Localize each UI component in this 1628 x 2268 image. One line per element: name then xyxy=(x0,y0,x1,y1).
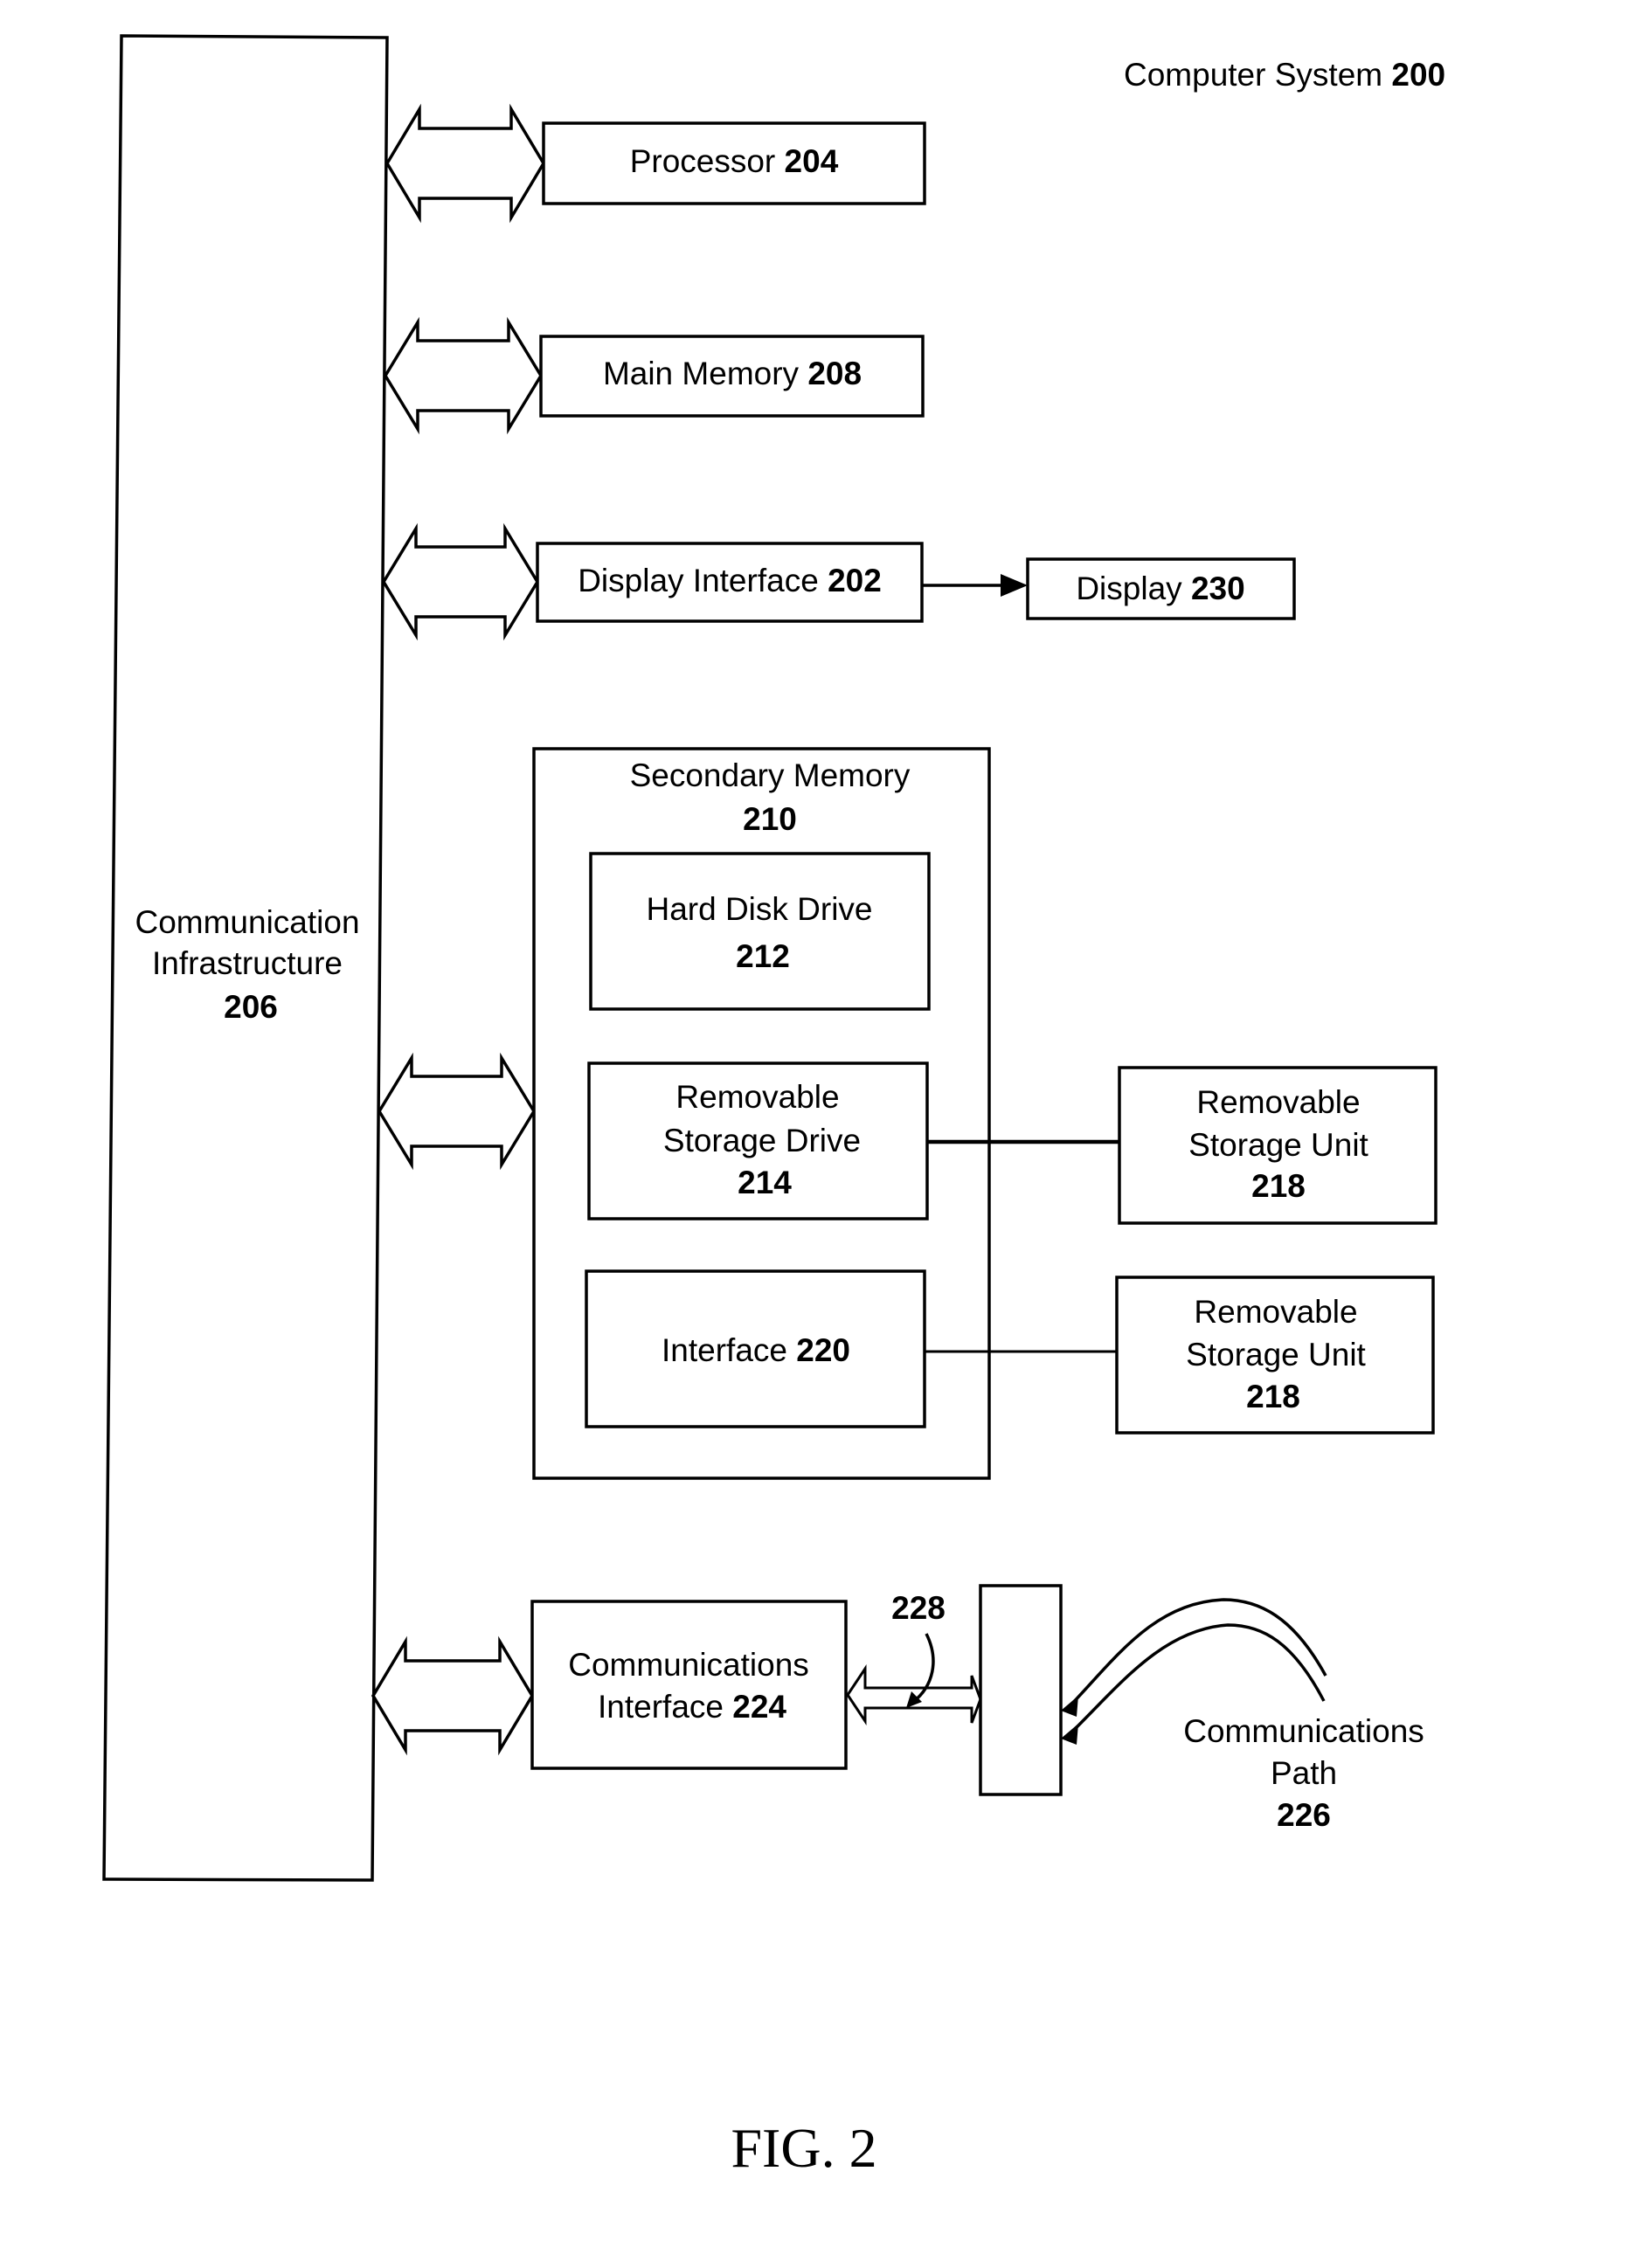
removable-storage-unit-2-line2: Storage Unit xyxy=(1186,1337,1366,1373)
diagram-title-number: 200 xyxy=(1391,57,1445,93)
display-text: Display xyxy=(1076,570,1182,606)
secondary-memory: Secondary Memory 210 Hard Disk Drive 212… xyxy=(532,747,991,1480)
processor-number: 204 xyxy=(785,143,839,179)
removable-storage-unit-2-line1: Removable xyxy=(1194,1294,1357,1330)
main-memory-number: 208 xyxy=(807,356,862,391)
removable-storage-drive-number: 214 xyxy=(738,1165,792,1200)
communications-interface-line1: Communications xyxy=(568,1647,809,1683)
bus-arrow-communications-interface-icon xyxy=(371,1635,535,1756)
hard-disk-drive: Hard Disk Drive 212 xyxy=(589,852,931,1011)
display-arrow-head-icon xyxy=(1001,574,1028,597)
communications-channel: 228 xyxy=(846,1590,982,1725)
display: Display 230 xyxy=(1026,557,1296,620)
display-number: 230 xyxy=(1191,570,1245,606)
bus-arrow-main-memory-icon xyxy=(383,316,544,435)
communications-path-curve-1 xyxy=(1068,1598,1327,1708)
communication-infrastructure: Communication Infrastructure 206 xyxy=(102,34,389,1882)
interface-number: 220 xyxy=(796,1332,850,1368)
computer-system-diagram: Computer System 200 Communication Infras… xyxy=(102,34,1445,2179)
display-interface-text: Display Interface xyxy=(578,563,819,598)
removable-storage-unit-1: Removable Storage Unit 218 xyxy=(1118,1066,1437,1225)
processor: Processor 204 xyxy=(542,121,926,205)
diagram-title-text: Computer System xyxy=(1124,57,1382,93)
removable-storage-drive: Removable Storage Drive 214 xyxy=(587,1061,929,1220)
hard-disk-drive-text: Hard Disk Drive xyxy=(646,891,872,927)
communications-path: Communications Path 226 xyxy=(1183,1713,1424,1833)
main-memory: Main Memory 208 xyxy=(539,335,925,418)
communications-interface-text: Interface xyxy=(598,1689,724,1725)
processor-text: Processor xyxy=(630,143,776,179)
display-interface: Display Interface 202 xyxy=(536,542,924,623)
main-memory-text: Main Memory xyxy=(603,356,800,391)
removable-storage-unit-1-line2: Storage Unit xyxy=(1188,1127,1368,1163)
removable-storage-unit-2-number: 218 xyxy=(1246,1379,1300,1414)
hard-disk-drive-box xyxy=(589,852,931,1011)
processor-label: Processor 204 xyxy=(630,143,839,179)
channel-number: 228 xyxy=(891,1590,946,1626)
secondary-memory-number: 210 xyxy=(743,801,797,837)
communications-interface-box xyxy=(530,1600,848,1770)
figure-label: FIG. 2 xyxy=(731,2117,876,2179)
removable-storage-drive-line2: Storage Drive xyxy=(663,1123,861,1158)
bus-arrows xyxy=(371,103,546,1756)
display-interface-number: 202 xyxy=(828,563,882,598)
display-label: Display 230 xyxy=(1076,570,1244,606)
communication-infrastructure-label-line1: Communication xyxy=(135,904,359,940)
removable-storage-drive-line1: Removable xyxy=(675,1079,839,1115)
bus-arrow-processor-icon xyxy=(384,103,546,224)
communications-path-line2: Path xyxy=(1271,1755,1337,1791)
removable-storage-unit-2: Removable Storage Unit 218 xyxy=(1115,1276,1435,1435)
communications-path-arrowhead-1-icon xyxy=(1061,1696,1078,1717)
communications-path-number: 226 xyxy=(1277,1797,1331,1833)
communication-infrastructure-number: 206 xyxy=(224,989,278,1025)
communications-interface: Communications Interface 224 xyxy=(530,1600,848,1770)
display-interface-label: Display Interface 202 xyxy=(578,563,882,598)
diagram-title: Computer System 200 xyxy=(1124,57,1445,93)
communications-port xyxy=(979,1584,1063,1796)
secondary-memory-text: Secondary Memory xyxy=(630,757,911,793)
interface-text: Interface xyxy=(662,1332,787,1368)
removable-storage-unit-1-line1: Removable xyxy=(1196,1084,1360,1120)
interface: Interface 220 xyxy=(585,1269,926,1428)
display-interface-to-display-arrow xyxy=(922,574,1028,597)
removable-storage-unit-1-number: 218 xyxy=(1251,1168,1306,1204)
communications-interface-number: 224 xyxy=(732,1689,786,1725)
communication-infrastructure-label-line2: Infrastructure xyxy=(152,945,343,981)
communications-path-arrowhead-2-icon xyxy=(1061,1724,1078,1745)
bus-arrow-display-interface-icon xyxy=(381,522,540,641)
bus-arrow-secondary-memory-icon xyxy=(377,1052,537,1171)
hard-disk-drive-number: 212 xyxy=(736,938,790,974)
communications-path-line1: Communications xyxy=(1183,1713,1424,1749)
main-memory-label: Main Memory 208 xyxy=(603,356,862,391)
communications-interface-line2: Interface 224 xyxy=(598,1689,786,1725)
interface-label: Interface 220 xyxy=(662,1332,850,1368)
